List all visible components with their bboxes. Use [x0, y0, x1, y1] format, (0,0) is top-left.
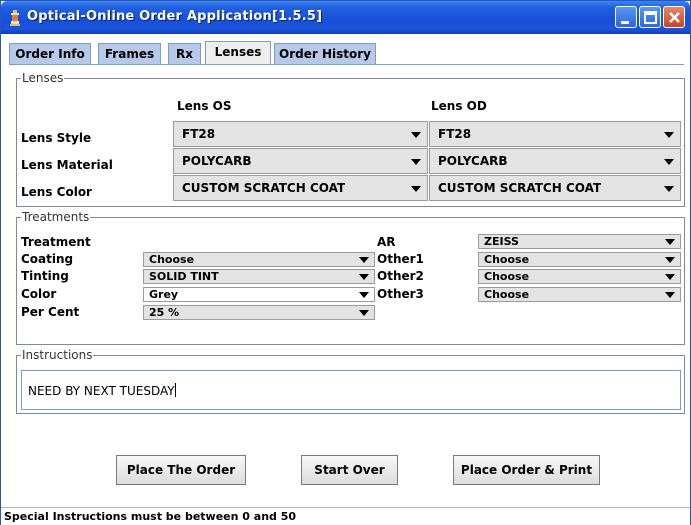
- color-select[interactable]: Grey: [143, 287, 375, 302]
- maximize-icon: [644, 11, 657, 24]
- lens-color-od-value: CUSTOM SCRATCH COAT: [438, 181, 602, 195]
- chevron-down-icon: [665, 292, 675, 298]
- tab-frames[interactable]: Frames: [98, 43, 161, 65]
- chevron-down-icon: [359, 274, 369, 280]
- tab-rx[interactable]: Rx: [168, 43, 201, 65]
- ar-value: ZEISS: [484, 235, 519, 248]
- lens-style-os-select[interactable]: FT28: [173, 121, 428, 147]
- chevron-down-icon: [665, 239, 675, 245]
- other1-select[interactable]: Choose: [478, 252, 681, 267]
- text-caret: [174, 383, 176, 397]
- minimize-button[interactable]: [615, 6, 637, 28]
- lens-color-label: Lens Color: [21, 185, 92, 199]
- instructions-text-line: NEED BY NEXT TUESDAY: [28, 383, 176, 398]
- chevron-down-icon: [359, 292, 369, 298]
- per-cent-select[interactable]: 25 %: [143, 305, 375, 320]
- lens-color-os-value: CUSTOM SCRATCH COAT: [182, 181, 346, 195]
- lens-style-os-value: FT28: [182, 127, 216, 141]
- per-cent-label: Per Cent: [21, 305, 80, 319]
- chevron-down-icon: [411, 132, 421, 138]
- tinting-value: SOLID TINT: [149, 270, 219, 283]
- chevron-down-icon: [664, 159, 674, 165]
- chevron-down-icon: [664, 132, 674, 138]
- title-bar[interactable]: Optical-Online Order Application[1.5.5]: [1, 1, 690, 34]
- maximize-button[interactable]: [639, 6, 661, 28]
- treatment-label: Treatment: [21, 235, 91, 249]
- lens-style-od-select[interactable]: FT28: [429, 121, 681, 147]
- start-over-button[interactable]: Start Over: [301, 455, 398, 485]
- other2-value: Choose: [484, 270, 530, 283]
- ar-label: AR: [377, 235, 396, 249]
- lens-material-os-value: POLYCARB: [182, 154, 252, 168]
- color-value: Grey: [149, 288, 179, 301]
- tab-divider: [9, 64, 684, 65]
- lens-material-od-value: POLYCARB: [438, 154, 508, 168]
- lens-material-os-select[interactable]: POLYCARB: [173, 148, 428, 174]
- coating-select[interactable]: Choose: [143, 252, 375, 267]
- place-order-print-button[interactable]: Place Order & Print: [453, 455, 600, 485]
- tab-lenses[interactable]: Lenses: [205, 41, 271, 65]
- tinting-label: Tinting: [21, 269, 69, 283]
- other3-value: Choose: [484, 288, 530, 301]
- chevron-down-icon: [359, 310, 369, 316]
- per-cent-value: 25 %: [149, 306, 180, 319]
- tab-order-info[interactable]: Order Info: [9, 43, 91, 65]
- place-order-button[interactable]: Place The Order: [116, 455, 246, 485]
- lens-style-od-value: FT28: [438, 127, 472, 141]
- lens-color-os-select[interactable]: CUSTOM SCRATCH COAT: [173, 175, 428, 201]
- close-icon: [669, 12, 680, 23]
- status-bar: Special Instructions must be between 0 a…: [1, 507, 690, 525]
- lens-style-label: Lens Style: [21, 131, 92, 145]
- instructions-group-title: Instructions: [21, 348, 94, 362]
- window-title: Optical-Online Order Application[1.5.5]: [27, 9, 323, 24]
- other2-label: Other2: [377, 269, 424, 283]
- other3-label: Other3: [377, 287, 424, 301]
- other1-value: Choose: [484, 253, 530, 266]
- chevron-down-icon: [664, 186, 674, 192]
- coating-label: Coating: [21, 252, 74, 266]
- lens-material-od-select[interactable]: POLYCARB: [429, 148, 681, 174]
- lenses-group-title: Lenses: [21, 71, 65, 85]
- close-button[interactable]: [663, 6, 685, 28]
- app-window: Optical-Online Order Application[1.5.5] …: [0, 0, 691, 525]
- lens-od-header: Lens OD: [431, 99, 487, 113]
- status-message: Special Instructions must be between 0 a…: [4, 510, 297, 523]
- chevron-down-icon: [665, 257, 675, 263]
- instructions-field[interactable]: NEED BY NEXT TUESDAY: [21, 370, 681, 410]
- minimize-icon: [621, 21, 629, 24]
- lens-os-header: Lens OS: [177, 99, 232, 113]
- instructions-value: NEED BY NEXT TUESDAY: [28, 384, 175, 398]
- chevron-down-icon: [359, 257, 369, 263]
- tinting-select[interactable]: SOLID TINT: [143, 269, 375, 284]
- treatments-group-title: Treatments: [21, 210, 91, 224]
- chevron-down-icon: [665, 274, 675, 280]
- lens-material-label: Lens Material: [21, 158, 113, 172]
- other2-select[interactable]: Choose: [478, 269, 681, 284]
- color-label: Color: [21, 287, 57, 301]
- lens-color-od-select[interactable]: CUSTOM SCRATCH COAT: [429, 175, 681, 201]
- chevron-down-icon: [411, 159, 421, 165]
- other3-select[interactable]: Choose: [478, 287, 681, 302]
- chevron-down-icon: [411, 186, 421, 192]
- app-icon: [9, 10, 21, 26]
- tab-order-history[interactable]: Order History: [274, 43, 376, 65]
- ar-select[interactable]: ZEISS: [478, 234, 681, 249]
- other1-label: Other1: [377, 252, 424, 266]
- coating-value: Choose: [149, 253, 195, 266]
